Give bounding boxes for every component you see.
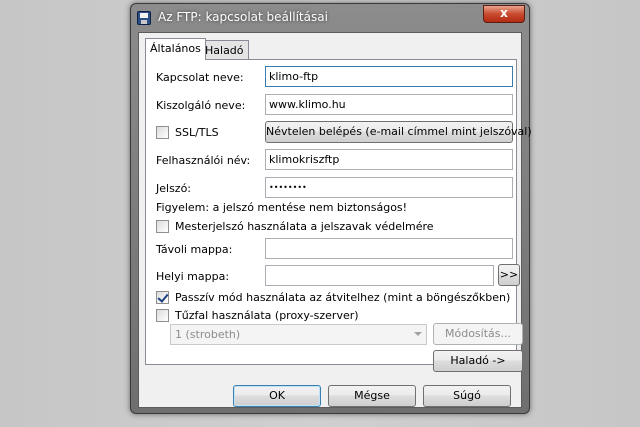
connection-name-input[interactable]: klimo-ftp [265,66,513,87]
browse-button[interactable]: >> [498,264,520,286]
tab-advanced[interactable]: Haladó [200,40,249,60]
close-button[interactable]: x [483,5,525,23]
passive-mode-label: Passzív mód használata az átvitelhez (mi… [175,291,511,304]
username-input[interactable]: klimokriszftp [265,149,513,170]
server-name-label: Kiszolgáló neve: [156,99,246,112]
passive-mode-checkbox[interactable] [156,291,169,304]
username-label: Felhasználói név: [156,154,251,167]
cancel-button[interactable]: Mégse [328,385,416,407]
connection-name-label: Kapcsolat neve: [156,71,244,84]
master-password-checkbox[interactable] [156,220,169,233]
password-input[interactable]: •••••••• [265,177,513,198]
remote-folder-label: Távoli mappa: [156,243,233,256]
dialog-window: Az FTP: kapcsolat beállításai x Általáno… [130,3,532,414]
tab-advanced-label: Haladó [205,44,244,57]
proxy-select-value: 1 (strobeth) [175,328,241,341]
server-name-input[interactable]: www.klimo.hu [265,94,513,115]
master-password-label: Mesterjelszó használata a jelszavak véde… [175,220,434,233]
floppy-disk-icon [137,11,151,25]
modify-button[interactable]: Módosítás... [433,323,523,345]
firewall-checkbox[interactable] [156,309,169,322]
local-folder-input[interactable] [265,265,494,286]
title-bar[interactable]: Az FTP: kapcsolat beállításai x [131,4,529,32]
window-title: Az FTP: kapcsolat beállításai [158,10,328,24]
general-tab-panel: Kapcsolat neve: klimo-ftp Kiszolgáló nev… [145,59,532,372]
anonymous-login-button[interactable]: Névtelen belépés (e-mail címmel mint jel… [265,121,532,143]
tab-general-label: Általános [150,42,201,55]
remote-folder-input[interactable] [265,238,513,259]
ok-button[interactable]: OK [233,385,321,407]
chevron-down-icon [414,332,422,336]
proxy-select[interactable]: 1 (strobeth) [170,324,427,345]
password-label: Jelszó: [156,182,192,195]
local-folder-label: Helyi mappa: [156,270,230,283]
ssl-label: SSL/TLS [175,126,219,139]
password-warning-text: Figyelem: a jelszó mentése nem biztonság… [156,201,408,214]
ssl-checkbox[interactable] [156,126,169,139]
close-icon: x [500,6,508,20]
firewall-label: Tűzfal használata (proxy-szerver) [175,309,359,322]
help-button[interactable]: Súgó [423,385,511,407]
tab-general[interactable]: Általános [145,38,206,60]
dialog-client-area: Általános Haladó Kapcsolat neve: klimo-f… [138,32,532,408]
advanced-button[interactable]: Haladó -> [433,350,523,372]
